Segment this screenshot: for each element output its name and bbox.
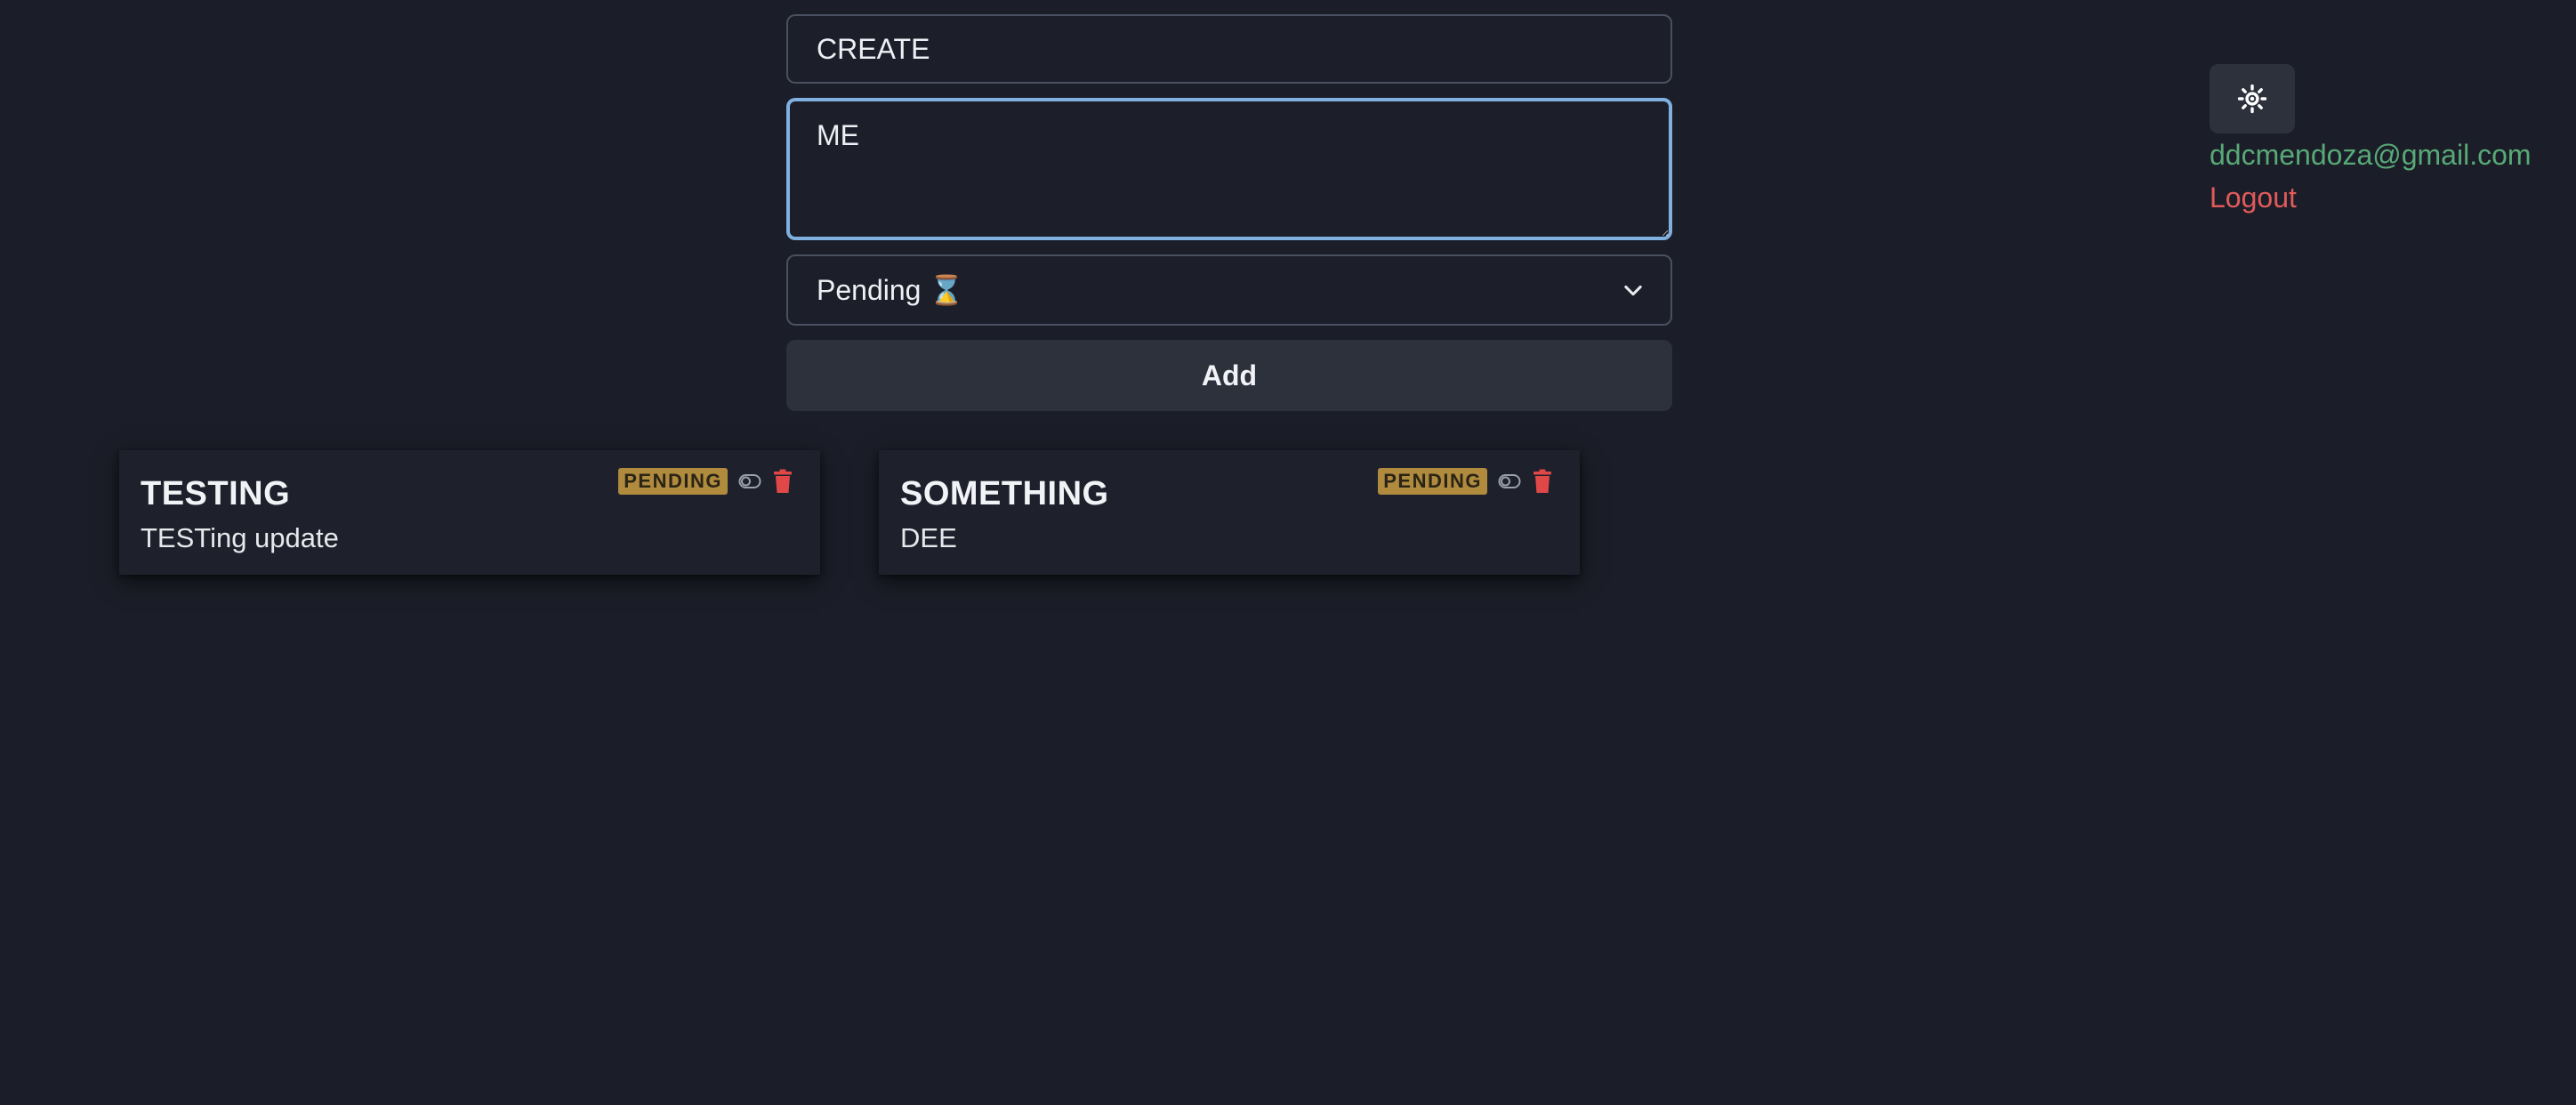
status-select-value: Pending ⌛	[817, 274, 965, 306]
toggle-icon	[1498, 474, 1521, 488]
create-todo-form: ME Pending ⌛ Add	[786, 14, 1672, 411]
todo-actions: PENDING	[618, 468, 793, 495]
todo-card: TESTING TESTing update PENDING	[119, 450, 820, 575]
todo-description: TESTing update	[141, 522, 339, 553]
status-select[interactable]: Pending ⌛	[786, 254, 1672, 326]
theme-toggle-button[interactable]	[2210, 64, 2295, 133]
status-badge: PENDING	[1378, 468, 1487, 495]
sun-icon	[2237, 84, 2267, 114]
trash-icon	[1534, 469, 1551, 493]
todo-card: SOMETHING DEE PENDING	[879, 450, 1580, 575]
delete-button[interactable]	[772, 469, 793, 494]
user-email: ddcmendoza@gmail.com	[2210, 139, 2532, 171]
description-textarea[interactable]: ME	[786, 98, 1672, 240]
todo-description: DEE	[900, 522, 957, 553]
toggle-status-button[interactable]	[738, 472, 761, 490]
logout-link[interactable]: Logout	[2210, 181, 2297, 214]
delete-button[interactable]	[1532, 469, 1553, 494]
title-input[interactable]	[786, 14, 1672, 84]
toggle-status-button[interactable]	[1498, 472, 1521, 490]
page: ME Pending ⌛ Add ddcmendoza@gmai	[0, 0, 2576, 1105]
todo-actions: PENDING	[1378, 468, 1553, 495]
status-badge: PENDING	[618, 468, 728, 495]
toggle-icon	[738, 474, 761, 488]
trash-icon	[774, 469, 792, 493]
chevron-down-icon	[1624, 285, 1642, 296]
add-button[interactable]: Add	[786, 340, 1672, 411]
